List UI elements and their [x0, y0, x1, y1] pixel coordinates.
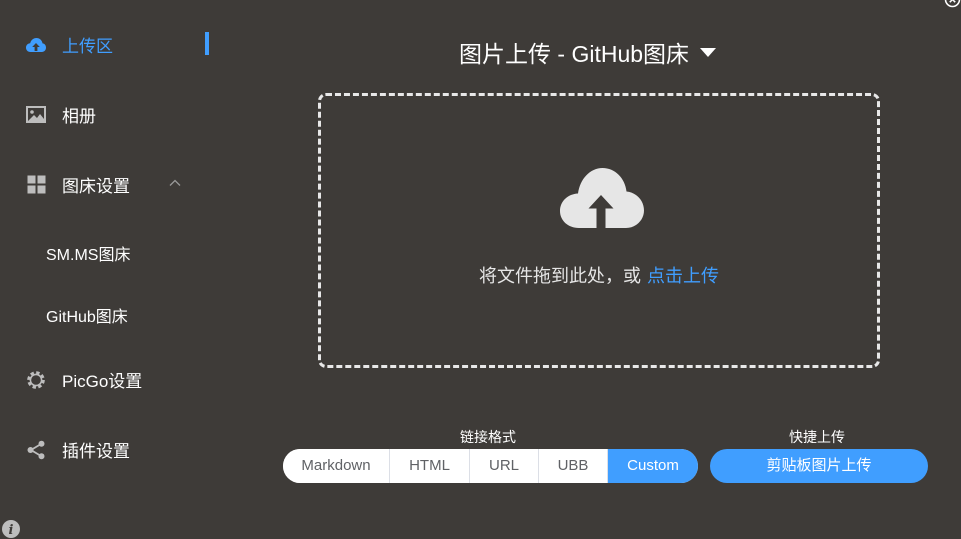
- format-option-ubb[interactable]: UBB: [539, 449, 608, 483]
- share-icon: [24, 438, 48, 462]
- grid-icon: [24, 173, 48, 197]
- sidebar-item-picgo-settings[interactable]: PicGo设置: [24, 367, 142, 392]
- page-title: 图片上传 - GitHub图床: [459, 41, 690, 67]
- quick-upload-label: 快捷上传: [789, 429, 845, 445]
- sidebar-subitem-github[interactable]: GitHub图床: [46, 303, 128, 327]
- info-icon[interactable]: i: [1, 519, 21, 539]
- picbed-selector[interactable]: 图片上传 - GitHub图床: [459, 35, 717, 69]
- upload-dropzone[interactable]: 将文件拖到此处，或 点击上传: [318, 93, 880, 368]
- sidebar-item-label: 相册: [62, 107, 96, 126]
- active-indicator: [205, 32, 209, 55]
- sidebar-item-label: 上传区: [62, 37, 113, 56]
- dropzone-text: 将文件拖到此处，或: [479, 266, 641, 286]
- sidebar-subitem-smms[interactable]: SM.MS图床: [46, 241, 130, 265]
- format-option-url[interactable]: URL: [470, 449, 539, 483]
- image-icon: [24, 103, 48, 127]
- link-format-selector: Markdown HTML URL UBB Custom: [283, 449, 698, 483]
- chevron-up-icon[interactable]: [168, 176, 182, 190]
- link-format-label: 链接格式: [460, 429, 516, 445]
- format-option-markdown[interactable]: Markdown: [283, 449, 390, 483]
- sidebar: 上传区 相册 图床设置 SM.MS图床 GitHub图床 PicGo设置 插件设…: [0, 0, 260, 539]
- sidebar-item-upload[interactable]: 上传区: [24, 32, 113, 57]
- click-upload-link[interactable]: 点击上传: [647, 266, 719, 286]
- sidebar-item-gallery[interactable]: 相册: [24, 102, 96, 127]
- format-option-custom[interactable]: Custom: [608, 449, 698, 483]
- gear-icon: [24, 368, 48, 392]
- dropzone-hint: 将文件拖到此处，或 点击上传: [321, 262, 877, 288]
- format-option-html[interactable]: HTML: [390, 449, 470, 483]
- sidebar-item-label: 插件设置: [62, 442, 130, 461]
- sidebar-item-label: PicGo设置: [62, 372, 143, 391]
- sidebar-item-picbed-settings[interactable]: 图床设置: [24, 172, 130, 197]
- sidebar-item-label: 图床设置: [62, 177, 130, 196]
- sidebar-item-plugin-settings[interactable]: 插件设置: [24, 437, 130, 462]
- close-icon[interactable]: [944, 0, 961, 8]
- caret-down-icon: [700, 48, 717, 57]
- cloud-upload-icon: [24, 33, 48, 57]
- clipboard-upload-button[interactable]: 剪贴板图片上传: [710, 449, 928, 483]
- cloud-upload-icon: [560, 168, 644, 228]
